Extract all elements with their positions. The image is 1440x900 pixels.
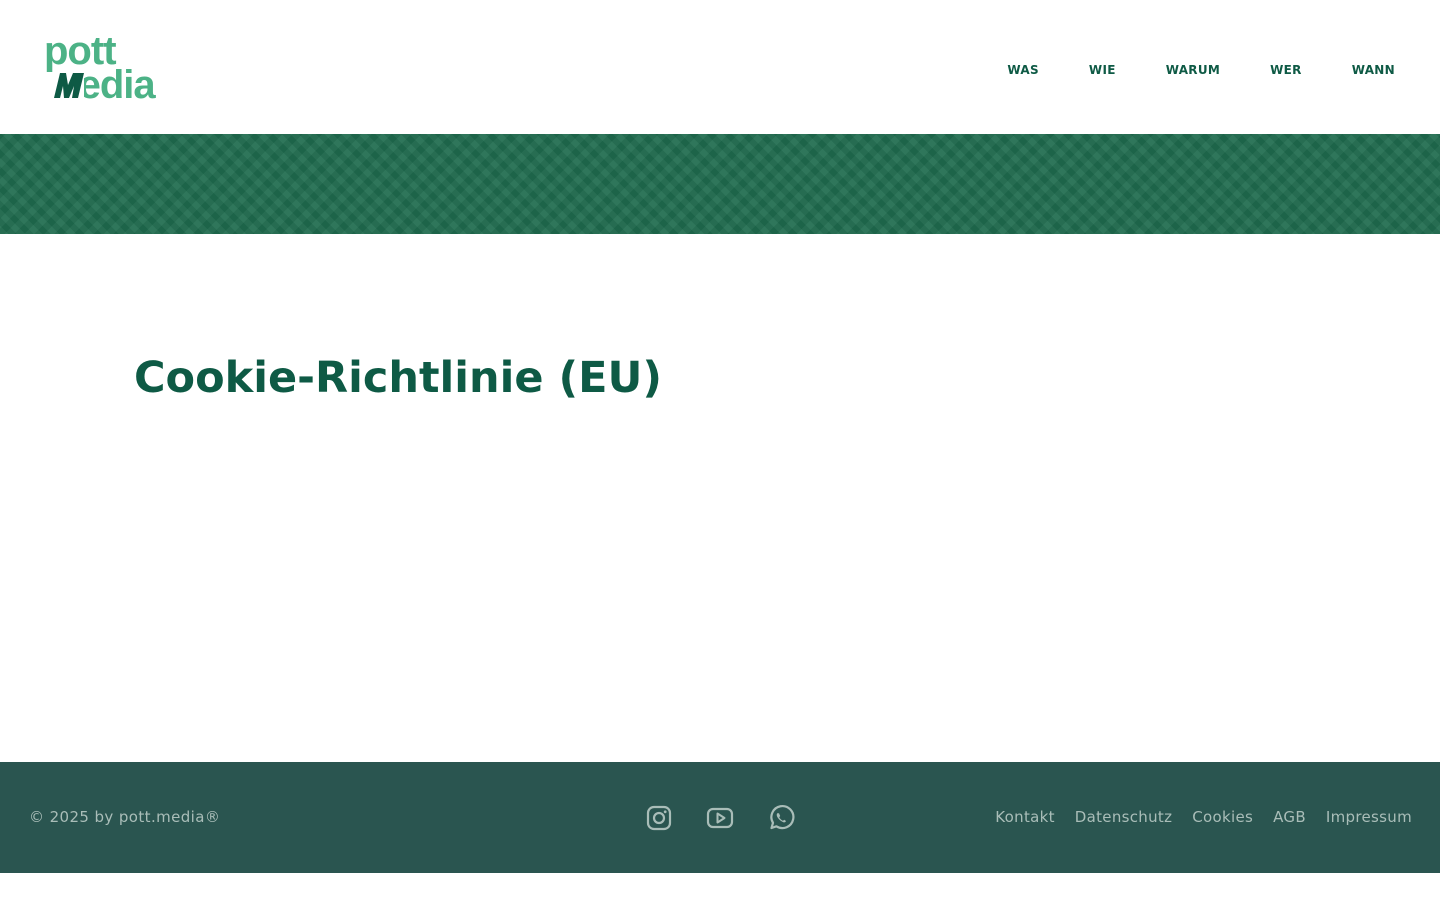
footer-link-agb[interactable]: AGB — [1273, 806, 1306, 828]
site-footer: © 2025 by pott.media® Kontakt Datenschut… — [0, 762, 1440, 873]
nav-item-wie[interactable]: WIE — [1089, 58, 1116, 82]
youtube-link[interactable] — [706, 804, 734, 832]
social-links — [645, 804, 795, 832]
main-content: Cookie-Richtlinie (EU) — [0, 234, 1440, 762]
footer-link-impressum[interactable]: Impressum — [1326, 806, 1412, 828]
copyright-text: © 2025 by pott.media® — [29, 808, 221, 826]
logo[interactable]: pott media — [44, 30, 189, 102]
nav-item-wann[interactable]: WANN — [1352, 58, 1395, 82]
page-title: Cookie-Richtlinie (EU) — [134, 353, 663, 403]
whatsapp-icon — [770, 805, 795, 830]
footer-link-kontakt[interactable]: Kontakt — [995, 806, 1055, 828]
instagram-link[interactable] — [645, 804, 673, 832]
nav-item-wer[interactable]: WER — [1270, 58, 1302, 82]
footer-link-datenschutz[interactable]: Datenschutz — [1075, 806, 1173, 828]
hero-banner — [0, 134, 1440, 234]
instagram-icon — [646, 805, 672, 831]
youtube-icon — [706, 807, 734, 829]
nav-item-warum[interactable]: WARUM — [1166, 58, 1220, 82]
site-header: pott media WAS WIE WARUM WER WANN — [0, 0, 1440, 134]
main-nav: WAS WIE WARUM WER WANN — [1007, 58, 1395, 82]
footer-links: Kontakt Datenschutz Cookies AGB Impressu… — [995, 806, 1412, 828]
nav-item-was[interactable]: WAS — [1007, 58, 1039, 82]
pott-media-logo: pott media — [44, 30, 157, 102]
footer-link-cookies[interactable]: Cookies — [1192, 806, 1253, 828]
whatsapp-link[interactable] — [767, 804, 795, 832]
